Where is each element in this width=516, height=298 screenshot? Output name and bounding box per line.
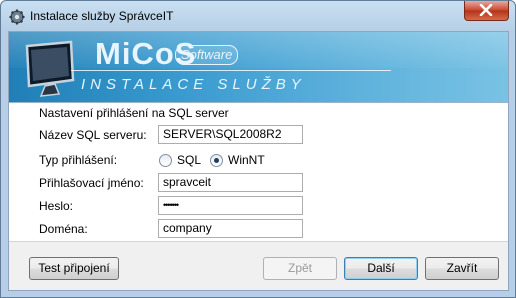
close-button[interactable]: Zavřít	[425, 257, 499, 280]
banner-subtitle: INSTALACE SLUŽBY	[81, 76, 306, 93]
banner-divider	[71, 70, 391, 71]
server-name-input[interactable]: SERVER\SQL2008R2	[158, 125, 303, 144]
back-button[interactable]: Zpět	[263, 257, 337, 280]
login-type-winnt-radio[interactable]	[210, 154, 223, 167]
window-title: Instalace služby SprávceIT	[30, 9, 174, 23]
installer-window: Instalace služby SprávceIT MiCoS Softwar…	[0, 0, 516, 298]
login-type-label: Typ přihlášení:	[39, 153, 118, 167]
test-connection-button[interactable]: Test připojení	[29, 257, 119, 280]
close-icon	[479, 4, 493, 16]
username-input[interactable]: spravceit	[158, 173, 303, 192]
domain-label: Doména:	[39, 222, 88, 236]
dialog-client-area: MiCoS Software INSTALACE SLUŽBY Nastaven…	[8, 31, 509, 291]
login-type-sql-label[interactable]: SQL	[177, 153, 201, 167]
domain-input[interactable]: company	[158, 219, 303, 238]
next-button[interactable]: Další	[344, 257, 418, 280]
sql-login-form: Nastavení přihlášení na SQL server Název…	[9, 102, 508, 242]
login-type-winnt-label[interactable]: WinNT	[228, 153, 265, 167]
form-heading: Nastavení přihlášení na SQL server	[39, 106, 229, 120]
banner-shine	[9, 32, 508, 68]
password-label: Heslo:	[39, 199, 74, 213]
monitor-icon	[25, 40, 75, 97]
login-type-sql-radio[interactable]	[159, 154, 172, 167]
window-close-button[interactable]	[464, 1, 509, 21]
password-input[interactable]: •••••••	[158, 196, 303, 215]
username-label: Přihlašovací jméno:	[39, 176, 144, 190]
software-badge: Software	[175, 45, 239, 65]
gear-icon	[9, 9, 25, 25]
header-banner: MiCoS Software INSTALACE SLUŽBY	[9, 32, 508, 102]
title-bar[interactable]: Instalace služby SprávceIT	[1, 1, 515, 31]
server-name-label: Název SQL serveru:	[39, 128, 147, 142]
